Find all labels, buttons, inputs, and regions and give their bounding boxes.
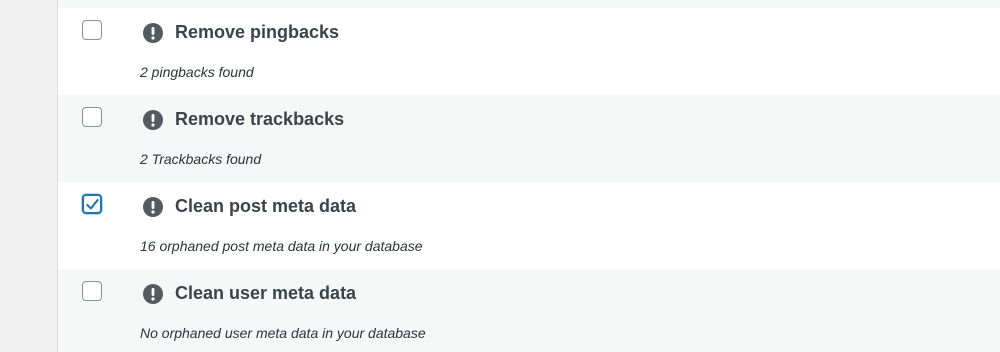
checkmark-icon [86,198,99,210]
optimization-description: No orphaned user meta data in your datab… [140,325,426,341]
exclamation-circle-icon [143,197,163,217]
optimization-row-clean-user-meta: Clean user meta data No orphaned user me… [58,269,1000,352]
optimization-title: Remove trackbacks [175,109,345,129]
admin-sidebar-gutter [0,0,57,352]
remove-trackbacks-checkbox[interactable] [82,107,102,127]
optimization-description: 2 pingbacks found [140,64,254,80]
optimization-description: 16 orphaned post meta data in your datab… [140,238,423,254]
clean-user-meta-checkbox[interactable] [82,281,102,301]
optimization-row-clean-post-meta: Clean post meta data 16 orphaned post me… [58,182,1000,269]
exclamation-circle-icon [143,23,163,43]
optimizations-table: Remove pingbacks 2 pingbacks found Remov… [57,0,1000,352]
optimization-row-remove-pingbacks: Remove pingbacks 2 pingbacks found [58,8,1000,95]
optimization-title: Remove pingbacks [175,22,340,42]
exclamation-circle-icon [143,110,163,130]
optimization-title: Clean post meta data [175,196,357,216]
clean-post-meta-checkbox[interactable] [82,194,102,214]
previous-row-edge [58,0,1000,8]
optimizations-screen: Remove pingbacks 2 pingbacks found Remov… [0,0,1000,352]
optimization-row-remove-trackbacks: Remove trackbacks 2 Trackbacks found [58,95,1000,182]
optimization-title: Clean user meta data [175,283,357,303]
optimization-description: 2 Trackbacks found [140,151,262,167]
exclamation-circle-icon [143,284,163,304]
remove-pingbacks-checkbox[interactable] [82,20,102,40]
